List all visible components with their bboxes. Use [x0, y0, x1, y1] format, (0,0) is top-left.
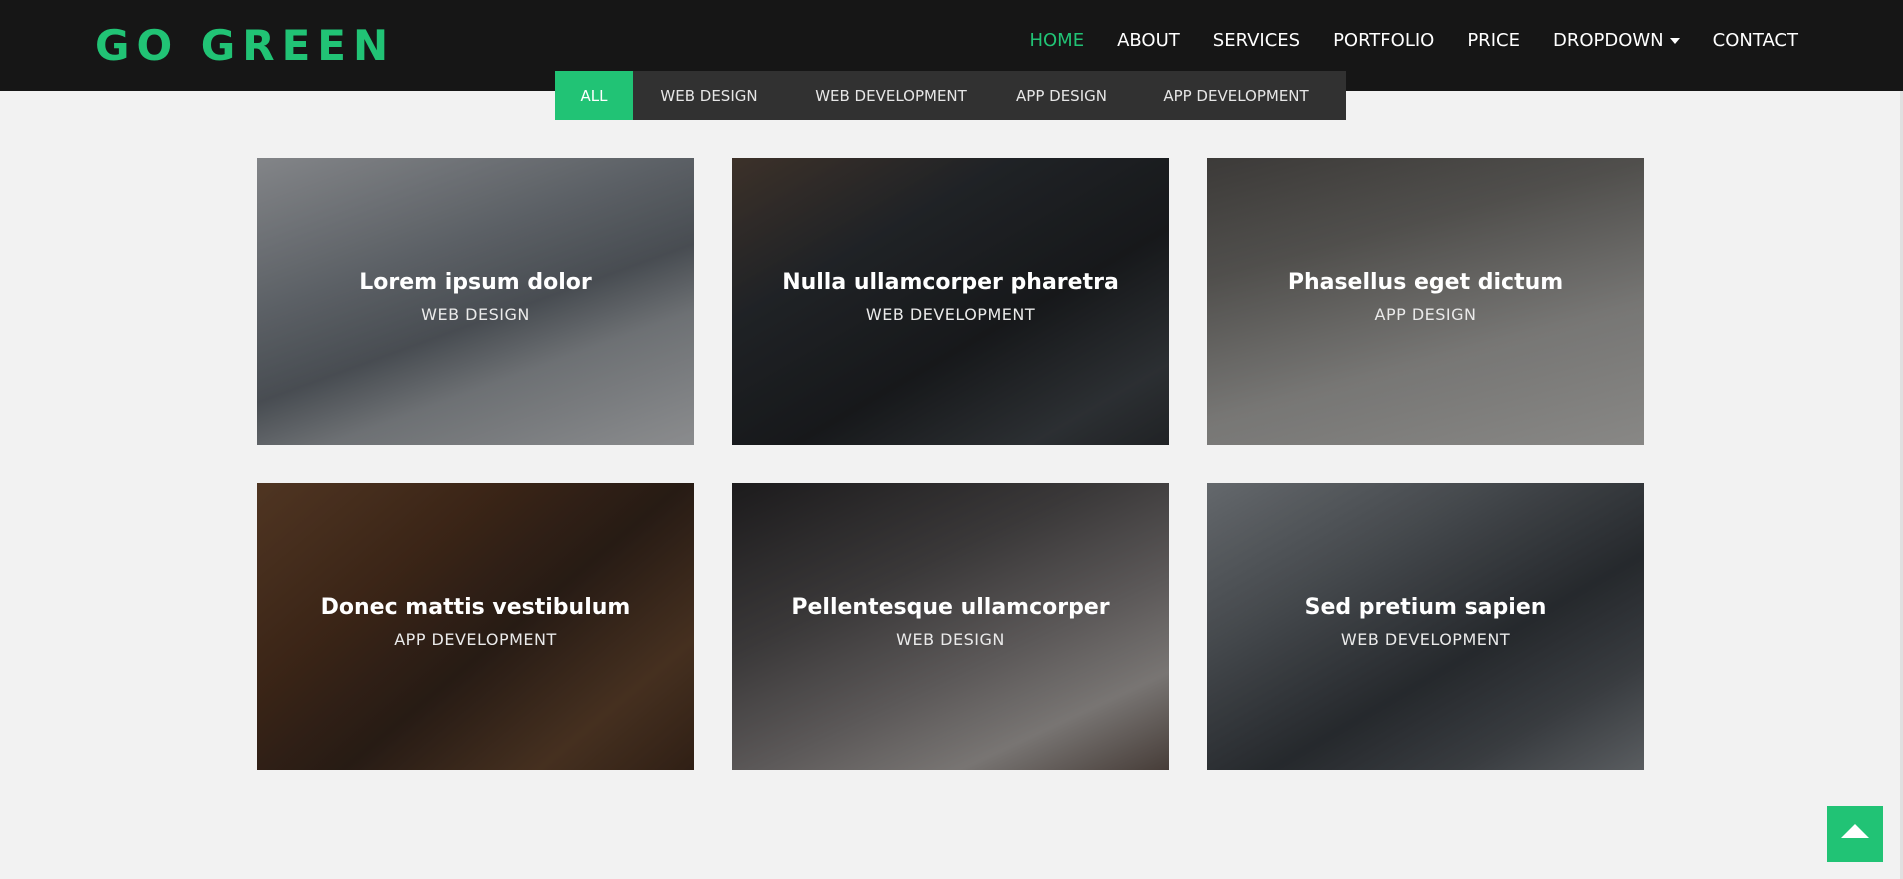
- portfolio-title: Phasellus eget dictum: [1287, 269, 1564, 295]
- nav-price[interactable]: PRICE: [1467, 30, 1520, 51]
- filter-web-design[interactable]: WEB DESIGN: [633, 71, 785, 120]
- image-overlay: [1207, 483, 1644, 770]
- nav-portfolio-label: PORTFOLIO: [1333, 30, 1435, 51]
- portfolio-category: WEB DESIGN: [421, 304, 530, 324]
- portfolio-item[interactable]: Pellentesque ullamcorper WEB DESIGN: [732, 483, 1169, 770]
- image-overlay: [257, 158, 694, 445]
- arrow-up-icon: [1841, 824, 1869, 838]
- nav-services-label: SERVICES: [1212, 30, 1301, 51]
- nav-contact-label: CONTACT: [1712, 30, 1798, 51]
- nav-dropdown[interactable]: DROPDOWN: [1553, 30, 1680, 51]
- portfolio-item[interactable]: Sed pretium sapien WEB DEVELOPMENT: [1207, 483, 1644, 770]
- filter-app-design[interactable]: APP DESIGN: [997, 71, 1126, 120]
- portfolio-category: APP DESIGN: [1374, 304, 1477, 324]
- portfolio-category: WEB DEVELOPMENT: [1340, 629, 1511, 649]
- nav-home[interactable]: HOME: [1029, 30, 1084, 51]
- nav-services[interactable]: SERVICES: [1213, 30, 1300, 51]
- portfolio-title: Pellentesque ullamcorper: [791, 594, 1110, 620]
- scroll-to-top-button[interactable]: [1827, 806, 1883, 862]
- filter-app-development[interactable]: APP DEVELOPMENT: [1126, 71, 1346, 120]
- nav-dropdown-label: DROPDOWN: [1552, 30, 1664, 51]
- portfolio-title: Sed pretium sapien: [1304, 594, 1547, 620]
- nav-price-label: PRICE: [1467, 30, 1520, 51]
- portfolio-item[interactable]: Lorem ipsum dolor WEB DESIGN: [257, 158, 694, 445]
- image-overlay: [732, 158, 1169, 445]
- nav-contact[interactable]: CONTACT: [1713, 30, 1798, 51]
- portfolio-item[interactable]: Nulla ullamcorper pharetra WEB DEVELOPME…: [732, 158, 1169, 445]
- image-overlay: [732, 483, 1169, 770]
- portfolio-title: Lorem ipsum dolor: [359, 269, 592, 295]
- portfolio-category: WEB DESIGN: [896, 629, 1005, 649]
- portfolio-category: APP DEVELOPMENT: [394, 629, 557, 649]
- nav-portfolio[interactable]: PORTFOLIO: [1333, 30, 1434, 51]
- portfolio-item[interactable]: Donec mattis vestibulum APP DEVELOPMENT: [257, 483, 694, 770]
- portfolio-category: WEB DEVELOPMENT: [865, 304, 1036, 324]
- filter-web-development[interactable]: WEB DEVELOPMENT: [785, 71, 997, 120]
- nav-about[interactable]: ABOUT: [1117, 30, 1180, 51]
- portfolio-title: Donec mattis vestibulum: [320, 594, 631, 620]
- brand-logo[interactable]: GO GREEN: [95, 22, 395, 70]
- portfolio-title: Nulla ullamcorper pharetra: [782, 269, 1119, 295]
- image-overlay: [1207, 158, 1644, 445]
- image-overlay: [257, 483, 694, 770]
- filter-all[interactable]: ALL: [555, 71, 633, 120]
- caret-down-icon: [1669, 37, 1680, 44]
- portfolio-filter-bar: ALL WEB DESIGN WEB DEVELOPMENT APP DESIG…: [555, 71, 1346, 120]
- portfolio-item[interactable]: Phasellus eget dictum APP DESIGN: [1207, 158, 1644, 445]
- nav-home-label: HOME: [1029, 30, 1085, 51]
- nav-about-label: ABOUT: [1117, 30, 1180, 51]
